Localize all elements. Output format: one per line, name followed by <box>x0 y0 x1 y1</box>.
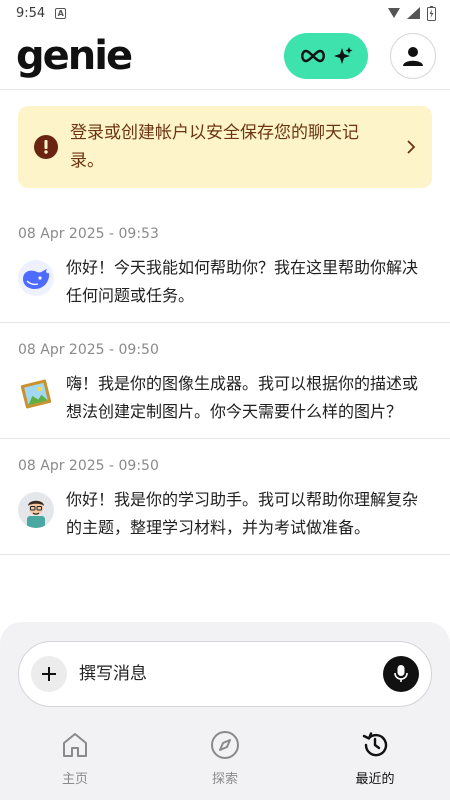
conversation-time: 08 Apr 2025 - 09:50 <box>18 458 159 474</box>
nav-label-recent: 最近的 <box>355 772 395 787</box>
infinity-icon <box>301 49 325 63</box>
cellular-icon <box>407 7 420 19</box>
nav-item-recent[interactable]: 最近的 <box>300 722 450 800</box>
conversation-item[interactable]: 08 Apr 2025 - 09:53 你好！今天我能如何帮助你？我在这里帮助你… <box>0 226 450 323</box>
status-time: 9:54 <box>16 5 46 21</box>
notification-icon: A <box>55 7 67 19</box>
compass-icon <box>211 731 239 759</box>
conversation-item[interactable]: 08 Apr 2025 - 09:50 你好！我是你的学习助手。我可以帮助你理解… <box>0 458 450 555</box>
tutor-avatar-icon <box>18 492 54 528</box>
status-bar: 9:54 A <box>0 0 450 26</box>
picture-frame-icon <box>18 376 54 412</box>
signal-icon <box>388 8 400 18</box>
microphone-icon <box>394 665 408 682</box>
bottom-navigation: 主页 探索 最近的 <box>0 722 450 800</box>
chevron-right-icon <box>407 140 416 154</box>
conversation-item[interactable]: 08 Apr 2025 - 09:50 嗨！我是你的图像生成器。我可以根据你的描… <box>0 342 450 439</box>
conversation-preview: 嗨！我是你的图像生成器。我可以根据你的描述或想法创建定制图片。你今天需要什么样的… <box>66 374 419 421</box>
premium-button[interactable] <box>284 33 368 79</box>
whale-icon <box>18 260 54 296</box>
add-attachment-button[interactable] <box>31 656 67 692</box>
nav-item-home[interactable]: 主页 <box>0 722 150 800</box>
conversation-preview: 你好！今天我能如何帮助你？我在这里帮助你解决任何问题或任务。 <box>66 258 419 305</box>
message-input[interactable] <box>79 664 369 684</box>
app-header: genie <box>0 26 450 90</box>
nav-label-explore: 探索 <box>211 772 238 787</box>
battery-icon <box>427 5 436 21</box>
conversation-preview: 你好！我是你的学习助手。我可以帮助你理解复杂的主题，整理学习材料，并为考试做准备… <box>66 490 419 537</box>
microphone-button[interactable] <box>383 656 419 692</box>
plus-icon <box>42 667 56 681</box>
app-logo: genie <box>16 33 133 79</box>
home-icon <box>63 733 87 757</box>
banner-text: 登录或创建帐户以安全保存您的聊天记录。 <box>70 123 359 171</box>
conversation-time: 08 Apr 2025 - 09:53 <box>18 226 159 242</box>
sparkle-icon <box>334 47 353 64</box>
profile-button[interactable] <box>390 33 436 79</box>
login-banner[interactable]: 登录或创建帐户以安全保存您的聊天记录。 <box>18 106 432 188</box>
history-icon <box>362 732 388 757</box>
message-composer <box>18 641 432 707</box>
person-icon <box>403 47 423 66</box>
nav-label-home: 主页 <box>61 772 88 787</box>
status-icons <box>387 5 436 21</box>
bottom-panel: 主页 探索 最近的 <box>0 622 450 800</box>
nav-item-explore[interactable]: 探索 <box>150 722 300 800</box>
conversation-time: 08 Apr 2025 - 09:50 <box>18 342 159 358</box>
alert-icon <box>34 135 58 159</box>
